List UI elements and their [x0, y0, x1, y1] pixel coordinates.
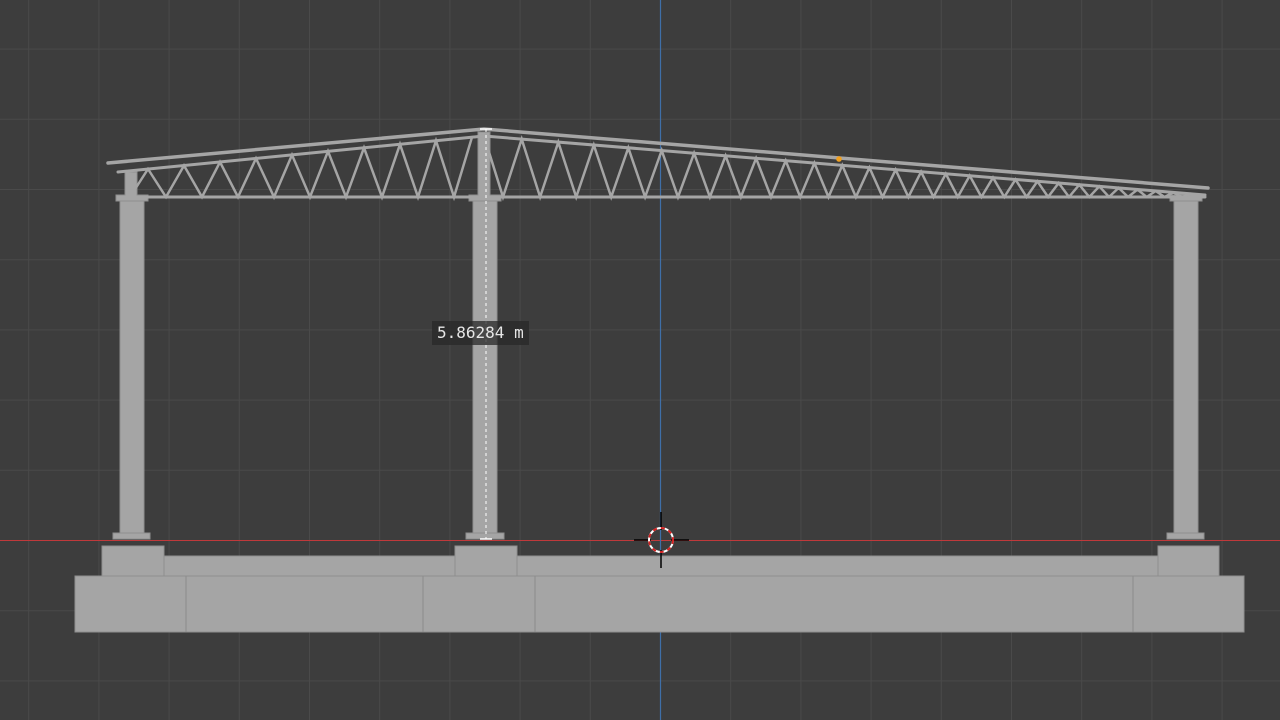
post-stub-left	[124, 171, 138, 197]
roof-truss[interactable]	[106, 127, 1210, 202]
selected-vertex[interactable]	[836, 156, 842, 162]
footing-right[interactable]	[1157, 545, 1220, 577]
measure-distance-label: 5.86284 m	[432, 321, 529, 345]
foundation-slab[interactable]	[74, 575, 1245, 633]
column-right[interactable]	[1173, 199, 1199, 534]
column-base-right	[1166, 532, 1205, 540]
plinth-beam[interactable]	[159, 555, 1161, 577]
viewport-canvas[interactable]	[0, 0, 1280, 720]
3d-viewport[interactable]: 5.86284 m	[0, 0, 1280, 720]
footing-left[interactable]	[101, 545, 165, 577]
footing-middle[interactable]	[454, 545, 518, 577]
column-middle[interactable]	[472, 199, 498, 534]
column-left[interactable]	[119, 199, 145, 534]
column-base-middle	[465, 532, 505, 540]
pavilion-model[interactable]	[74, 131, 1245, 633]
column-base-left	[112, 532, 151, 540]
post-stub-middle	[477, 131, 491, 197]
